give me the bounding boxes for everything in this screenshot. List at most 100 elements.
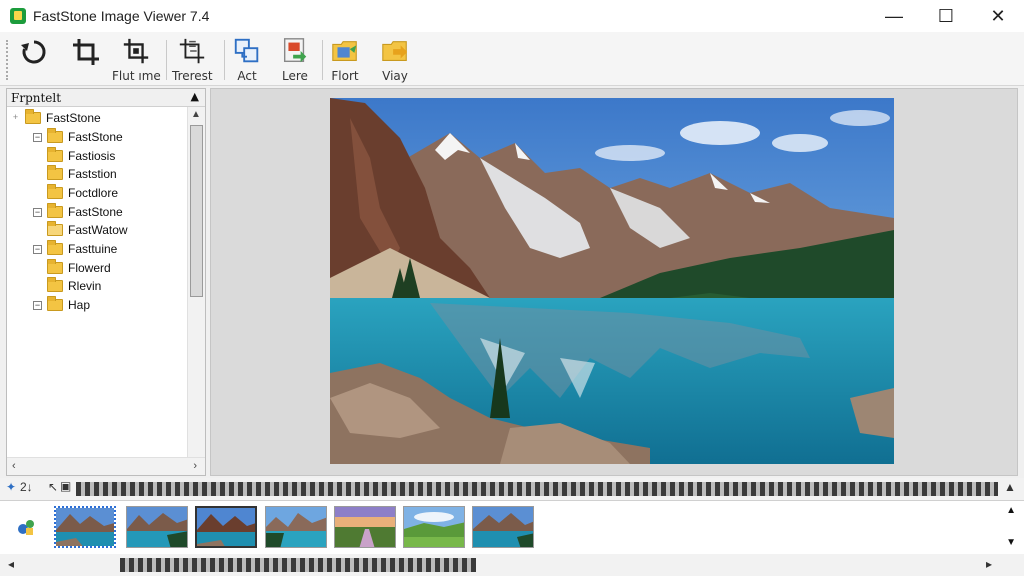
collapse-panel-icon[interactable]: ▲	[191, 90, 199, 103]
tree-item[interactable]: − FastStone	[33, 203, 123, 221]
filmstrip-prev-icon[interactable]: ↖	[48, 480, 58, 494]
flort-label: Flort	[331, 69, 359, 83]
rotate-button[interactable]	[18, 36, 50, 84]
thumbnail-strip: ▲ ▼	[0, 500, 1024, 554]
tree-toggle-icon[interactable]: −	[33, 132, 42, 142]
tree-item[interactable]: Flowerd	[33, 259, 111, 277]
thumbnail[interactable]	[54, 506, 116, 548]
image-viewer[interactable]	[210, 88, 1018, 476]
folder-panel-title: Frpntelt	[11, 90, 62, 105]
mountain-lake-thumbnail-icon	[473, 507, 533, 547]
folder-icon	[47, 165, 63, 180]
title-bar: FastStone Image Viewer 7.4 — ☐ ✕	[0, 0, 1024, 32]
act-label: Act	[237, 69, 257, 83]
tree-toggle-icon[interactable]: −	[33, 207, 42, 217]
tree-item[interactable]: FastWatow	[47, 221, 128, 239]
thumbnail[interactable]	[472, 506, 534, 548]
folder-icon	[47, 259, 63, 274]
toolbar-separator	[166, 40, 167, 80]
flat-frame-button[interactable]: Flut ıme	[112, 36, 161, 84]
main-image[interactable]	[330, 98, 894, 464]
toolbar-separator	[224, 40, 225, 80]
tree-item-label: FastWatow	[68, 223, 128, 237]
window-controls: — ☐ ✕	[868, 0, 1024, 32]
toolbar-grip[interactable]	[6, 40, 9, 80]
tree-item[interactable]: − Fasttuine	[33, 240, 117, 258]
refresh-thumbnails-icon[interactable]	[14, 515, 38, 542]
folder-icon	[47, 240, 63, 255]
tree-item-label: FastStone	[68, 130, 123, 144]
folder-star-icon	[332, 41, 357, 61]
filmstrip-collapse-icon[interactable]: ▲	[1004, 480, 1016, 494]
minimize-button[interactable]: —	[868, 0, 920, 32]
folder-panel-header: Frpntelt ▲	[7, 89, 205, 107]
lere-label: Lere	[282, 69, 308, 83]
folder-arrow-icon	[382, 41, 408, 61]
rotate-icon	[21, 40, 46, 64]
scroll-up-icon[interactable]: ▲	[191, 109, 201, 120]
close-button[interactable]: ✕	[972, 0, 1024, 32]
crop-button[interactable]	[70, 36, 102, 84]
tree-item[interactable]: + FastStone	[11, 109, 101, 127]
thumbnail[interactable]	[403, 506, 465, 548]
scrollbar-thumb[interactable]	[120, 558, 476, 572]
thumbnail[interactable]	[126, 506, 188, 548]
tree-item[interactable]: Rlevin	[33, 277, 101, 295]
scrollbar-thumb[interactable]	[190, 125, 203, 297]
lere-button[interactable]: Lere	[280, 36, 310, 84]
tree-item-label: Fasttuine	[68, 242, 118, 256]
tree-toggle-icon[interactable]: −	[33, 300, 42, 310]
scroll-right-icon[interactable]: ▸	[986, 557, 992, 571]
tree-connector	[33, 264, 42, 273]
open-folder-icon	[47, 221, 63, 236]
tree-item[interactable]: Fastiosis	[33, 147, 115, 165]
filmstrip-toggle-icon[interactable]: ▣	[60, 479, 71, 493]
tree-toggle-icon[interactable]: −	[33, 244, 42, 254]
scroll-right-icon[interactable]: ›	[193, 460, 197, 472]
tree-horizontal-scrollbar[interactable]: ‹ ›	[7, 457, 205, 475]
scroll-left-icon[interactable]: ◂	[8, 557, 14, 571]
resize-icon	[180, 38, 205, 64]
filmstrip-toolbar: ✦ 2↓ ↖ ▣ ▲	[0, 478, 1024, 500]
tree-item-label: FastStone	[46, 111, 101, 125]
folder-icon	[47, 203, 63, 218]
thumbnail-horizontal-scrollbar[interactable]: ◂ ▸	[0, 554, 1024, 576]
mountain-lake-thumbnail-icon	[56, 508, 114, 546]
mountain-lake-thumbnail-icon	[197, 508, 255, 546]
folder-icon	[25, 109, 41, 124]
resize-button[interactable]: Trerest	[172, 36, 213, 84]
act-button[interactable]: Act	[232, 36, 262, 84]
window-title: FastStone Image Viewer 7.4	[33, 8, 210, 24]
tree-toggle-icon[interactable]: +	[11, 112, 20, 123]
tree-item[interactable]: Faststion	[33, 165, 117, 183]
landscape-image-icon	[330, 98, 894, 464]
filmstrip-count[interactable]: 2↓	[20, 480, 33, 494]
crop-icon	[73, 39, 99, 65]
mountain-lake-thumbnail-icon	[127, 507, 187, 547]
toolbar: Flut ıme Trerest Act Lere Flort Viay	[0, 32, 1024, 86]
thumbs-scroll-down-icon[interactable]: ▼	[1006, 537, 1016, 548]
tree-item-label: Rlevin	[68, 279, 102, 293]
sort-icon[interactable]: ✦	[6, 480, 16, 494]
thumbnail[interactable]	[265, 506, 327, 548]
tree-item-label: Flowerd	[68, 261, 111, 275]
tree-connector	[33, 189, 42, 198]
scroll-left-icon[interactable]: ‹	[12, 460, 16, 472]
thumbs-scroll-up-icon[interactable]: ▲	[1006, 505, 1016, 516]
folder-icon	[47, 296, 63, 311]
thumbnail[interactable]	[334, 506, 396, 548]
flort-button[interactable]: Flort	[330, 36, 360, 84]
tree-item[interactable]: Foctdlore	[33, 184, 118, 202]
app-logo-icon	[10, 8, 26, 24]
maximize-button[interactable]: ☐	[920, 0, 972, 32]
toolbar-separator	[322, 40, 323, 80]
tree-item[interactable]: − FastStone	[33, 128, 123, 146]
tree-vertical-scrollbar[interactable]: ▲	[187, 107, 205, 459]
tree-item-label: Hap	[68, 298, 91, 312]
thumbnail-active[interactable]	[195, 506, 257, 548]
view-button[interactable]: Viay	[380, 36, 410, 84]
tree-connector	[33, 152, 42, 161]
tree-item[interactable]: − Hap	[33, 296, 90, 314]
filmstrip-scrollbar[interactable]	[76, 482, 998, 496]
tree-item-label: Fastiosis	[68, 149, 116, 163]
